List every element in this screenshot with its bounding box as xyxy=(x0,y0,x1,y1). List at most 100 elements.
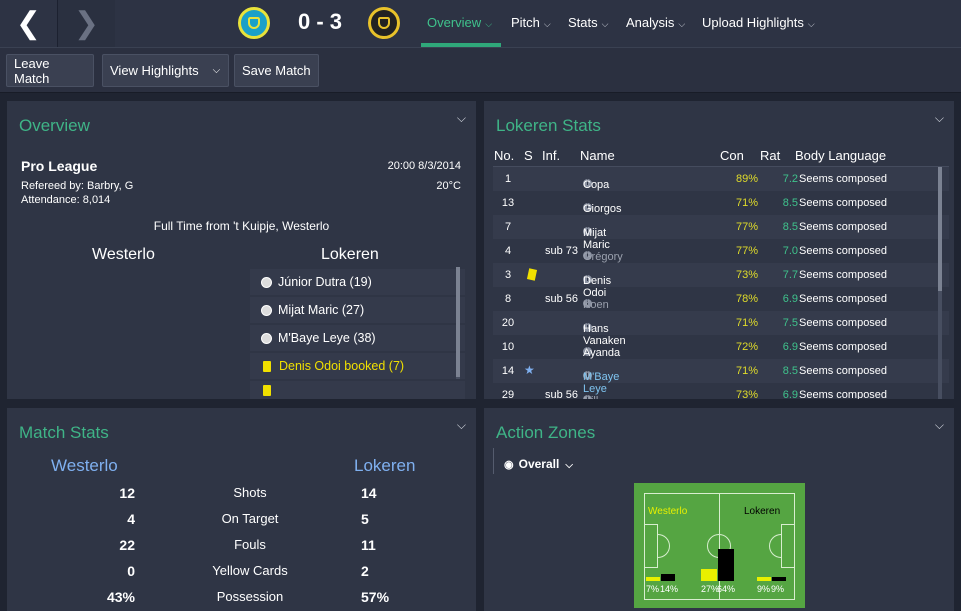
chevron-down-icon: ⌵ xyxy=(485,19,493,29)
home-team-crest[interactable] xyxy=(238,7,270,39)
event-booking[interactable]: Denis Odoi booked (7) xyxy=(250,353,465,379)
table-row[interactable]: 14 ★ i M'Baye Leye 71% 8.5 Seems composed xyxy=(493,359,949,395)
forward-button[interactable]: ❯ xyxy=(58,0,115,47)
chevron-down-icon: ⌵ xyxy=(543,19,551,29)
table-row[interactable]: 20 i Hans Vanaken 71% 7.5 Seems composed xyxy=(493,311,949,347)
home-zone-bar xyxy=(701,568,717,581)
away-stat-value: 11 xyxy=(361,537,376,553)
panel-title: Lokeren Stats xyxy=(496,116,601,135)
rating-value: 7.0 xyxy=(782,245,798,257)
rating-value: 8.5 xyxy=(782,221,798,233)
chevron-left-icon: ❮ xyxy=(15,7,42,40)
stat-row: 22 Fouls 11 xyxy=(7,532,476,558)
player-number: 14 xyxy=(501,365,515,377)
tab-pitch[interactable]: Pitch ⌵ xyxy=(511,15,551,30)
match-score: 0 - 3 xyxy=(297,9,343,34)
header-name[interactable]: Name xyxy=(580,148,615,163)
player-number: 7 xyxy=(504,221,512,233)
away-zone-label: 64% xyxy=(717,584,736,594)
scrollbar[interactable] xyxy=(456,267,460,379)
header-inf[interactable]: Inf. xyxy=(542,148,560,163)
chevron-down-icon[interactable]: ⌵ xyxy=(457,111,466,126)
home-stat-value: 4 xyxy=(127,511,135,527)
rating-value: 6.9 xyxy=(782,341,798,353)
overall-filter-dropdown[interactable]: ◉ Overall ⌵ xyxy=(504,457,573,471)
table-row[interactable]: 7 i Mijat Maric 77% 8.5 Seems composed xyxy=(493,215,949,251)
header-rat[interactable]: Rat xyxy=(760,148,780,163)
header-con[interactable]: Con xyxy=(720,148,744,163)
left-penalty-box xyxy=(644,524,658,568)
action-zones-panel: Action Zones ⌵ ◉ Overall ⌵ Westerlo Lokere… xyxy=(484,408,954,611)
left-penalty-arc xyxy=(658,534,670,558)
away-stat-value: 14 xyxy=(361,485,377,501)
header-body-language[interactable]: Body Language xyxy=(795,148,886,163)
body-language-value: Seems composed xyxy=(799,293,888,305)
view-highlights-dropdown[interactable]: View Highlights ⌵ xyxy=(102,54,229,87)
filter-divider xyxy=(493,448,494,474)
tab-overview[interactable]: Overview ⌵ xyxy=(427,15,492,30)
leave-match-button[interactable]: Leave Match xyxy=(6,54,94,87)
lokeren-stats-panel: Lokeren Stats ⌵ No. S Inf. Name Con Rat … xyxy=(484,101,954,399)
scrollbar-thumb[interactable] xyxy=(938,167,942,291)
header-s[interactable]: S xyxy=(524,148,533,163)
back-button[interactable]: ❮ xyxy=(0,0,57,47)
body-language-value: Seems composed xyxy=(799,365,888,377)
event-text: Mijat Maric (27) xyxy=(278,303,365,317)
chevron-down-icon: ⌵ xyxy=(565,460,573,471)
tab-label: Upload Highlights xyxy=(702,15,804,30)
away-team-crest[interactable] xyxy=(368,7,400,39)
tab-label: Overview xyxy=(427,15,482,30)
table-row[interactable]: 29sub 56iNill De Pauw73%6.9Seems compose… xyxy=(493,383,949,399)
button-label: Save Match xyxy=(242,63,311,78)
right-penalty-box xyxy=(781,524,795,568)
rating-value: 8.5 xyxy=(782,197,798,209)
tab-label: Stats xyxy=(568,15,598,30)
yellow-card-icon xyxy=(263,384,271,396)
condition-value: 73% xyxy=(735,269,758,281)
table-row[interactable]: 4sub 73iGrégory Mertens77%7.0Seems compo… xyxy=(493,239,949,275)
tab-upload-highlights[interactable]: Upload Highlights ⌵ xyxy=(702,15,815,30)
home-zone-label: Westerlo xyxy=(648,506,688,517)
chevron-down-icon[interactable]: ⌵ xyxy=(457,418,466,433)
action-zones-pitch: Westerlo Lokeren 7% 14% 27% 64% 9% 9% xyxy=(634,483,805,608)
scrollbar-thumb[interactable] xyxy=(456,267,460,377)
chevron-down-icon[interactable]: ⌵ xyxy=(935,418,944,433)
table-row[interactable]: 1 i Copa 89% 7.2 Seems composed xyxy=(493,167,949,191)
away-team-name: Lokeren xyxy=(321,246,379,263)
chevron-down-icon: ⌵ xyxy=(807,19,815,29)
away-zone-label: 9% xyxy=(771,584,785,594)
scrollbar[interactable] xyxy=(938,167,942,399)
ball-icon xyxy=(261,276,272,288)
home-stat-value: 22 xyxy=(119,537,135,553)
stat-label: Possession xyxy=(216,589,284,604)
away-zone-bar xyxy=(718,549,734,581)
chevron-down-icon[interactable]: ⌵ xyxy=(935,111,944,126)
condition-value: 78% xyxy=(735,293,758,305)
condition-value: 72% xyxy=(735,341,758,353)
table-row[interactable]: 13iGiorgos Galitsios71%8.5Seems composed xyxy=(493,191,949,227)
condition-value: 71% xyxy=(735,365,758,377)
header-no[interactable]: No. xyxy=(494,148,514,163)
player-number: 20 xyxy=(501,317,515,329)
body-language-value: Seems composed xyxy=(799,269,888,281)
right-penalty-arc xyxy=(769,534,781,558)
tab-analysis[interactable]: Analysis ⌵ xyxy=(626,15,685,30)
player-number: 13 xyxy=(501,197,515,209)
toolbar: Leave Match View Highlights ⌵ Save Match xyxy=(0,47,961,93)
table-row[interactable]: 3 i Denis Odoi 73% 7.7 Seems composed xyxy=(493,263,949,299)
tab-label: Pitch xyxy=(511,15,540,30)
tab-stats[interactable]: Stats ⌵ xyxy=(568,15,608,30)
competition-name: Pro League xyxy=(21,158,98,174)
save-match-button[interactable]: Save Match xyxy=(234,54,319,87)
rating-value: 6.9 xyxy=(782,389,798,399)
stat-row: 12 Shots 14 xyxy=(7,480,476,506)
inf-value: sub 56 xyxy=(545,293,579,305)
table-row[interactable]: 10iAyanda Patosi72%6.9Seems composed xyxy=(493,335,949,371)
home-zone-label: 7% xyxy=(646,584,660,594)
rating-value: 8.5 xyxy=(782,365,798,377)
event-goal[interactable]: Júnior Dutra (19) xyxy=(250,269,465,295)
away-zone-label: 14% xyxy=(660,584,679,594)
event-goal[interactable]: Mijat Maric (27) xyxy=(250,297,465,323)
table-row[interactable]: 8sub 56iKoen Persoons (c)78%6.9Seems com… xyxy=(493,287,949,335)
event-goal[interactable]: M'Baye Leye (38) xyxy=(250,325,465,351)
